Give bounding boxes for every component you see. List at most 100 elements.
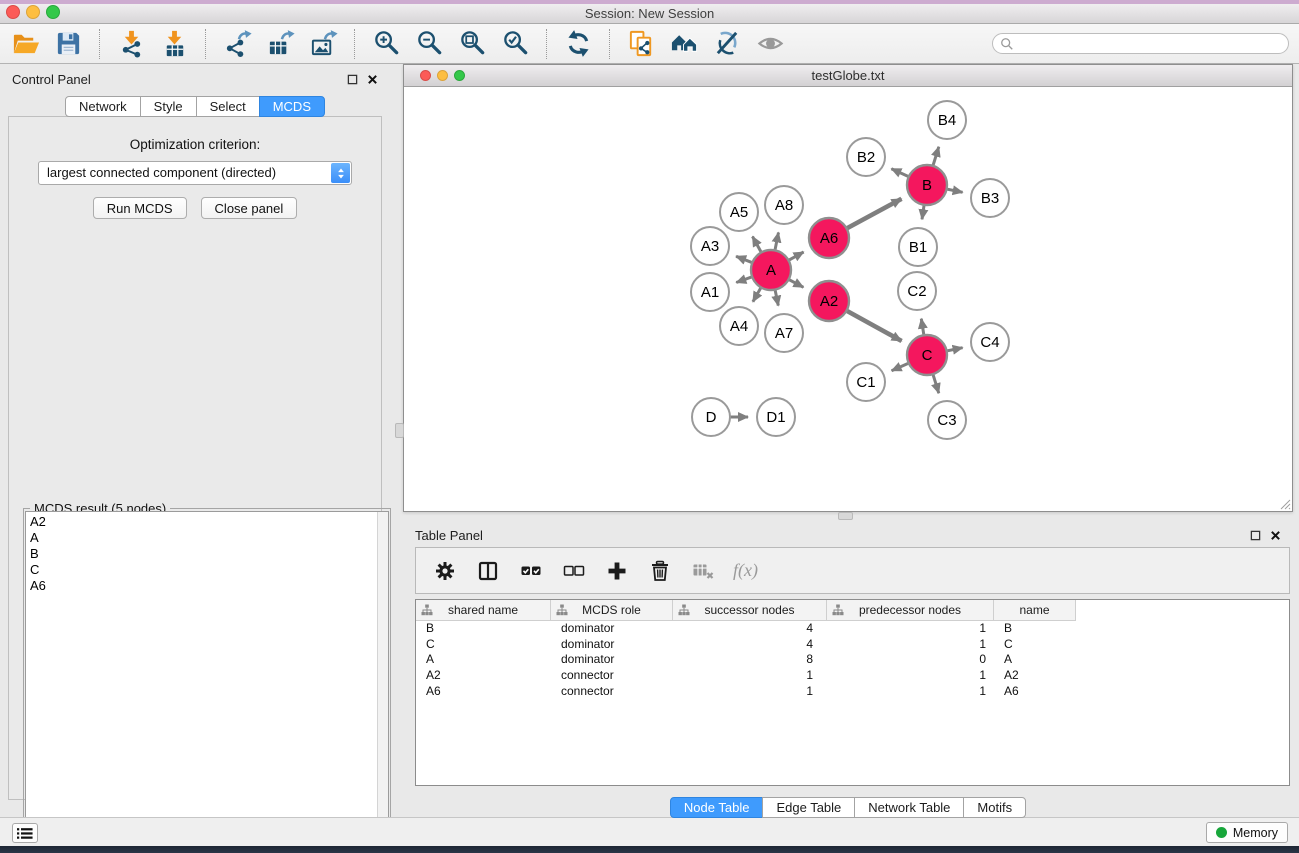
minimize-window-button[interactable] [26, 5, 40, 19]
tab-network-table[interactable]: Network Table [854, 797, 964, 818]
table-cell: 0 [827, 652, 994, 668]
refresh-layout-icon[interactable] [561, 27, 595, 61]
table-cell: A [994, 652, 1076, 668]
graph-node-B2[interactable]: B2 [847, 138, 885, 176]
export-table-icon[interactable] [263, 27, 297, 61]
graph-node-A5[interactable]: A5 [720, 193, 758, 231]
delete-row-icon[interactable] [647, 558, 673, 584]
search-input[interactable] [1018, 35, 1280, 52]
table-row[interactable]: Cdominator41C [416, 637, 1289, 653]
graph-node-C4[interactable]: C4 [971, 323, 1009, 361]
open-session-icon[interactable] [8, 27, 42, 61]
tab-node-table[interactable]: Node Table [670, 797, 764, 818]
column-header-successor-nodes[interactable]: successor nodes [673, 600, 827, 621]
graph-node-A6[interactable]: A6 [809, 218, 849, 258]
graph-node-B4[interactable]: B4 [928, 101, 966, 139]
hide-columns-icon[interactable] [561, 558, 587, 584]
close-panel-icon[interactable] [367, 74, 378, 85]
tab-edge-table[interactable]: Edge Table [762, 797, 855, 818]
table-row[interactable]: Bdominator41B [416, 621, 1289, 637]
import-network-icon[interactable] [114, 27, 148, 61]
graph-node-C[interactable]: C [907, 335, 947, 375]
toolbar-separator [354, 29, 355, 59]
table-row[interactable]: Adominator80A [416, 652, 1289, 668]
export-image-icon[interactable] [306, 27, 340, 61]
vertical-splitter-handle[interactable] [395, 423, 404, 438]
network-snapshot-icon[interactable] [624, 27, 658, 61]
add-row-icon[interactable] [604, 558, 630, 584]
tab-select[interactable]: Select [196, 96, 260, 117]
main-titlebar[interactable]: Session: New Session [0, 4, 1299, 24]
resize-grip-icon[interactable] [1278, 497, 1291, 510]
tab-motifs[interactable]: Motifs [963, 797, 1026, 818]
hide-annotations-icon[interactable] [710, 27, 744, 61]
network-close-button[interactable] [420, 70, 431, 81]
save-session-icon[interactable] [51, 27, 85, 61]
tab-style[interactable]: Style [140, 96, 197, 117]
graph-node-D[interactable]: D [692, 398, 730, 436]
search-field[interactable] [992, 33, 1289, 54]
graph-node-C3[interactable]: C3 [928, 401, 966, 439]
network-window-titlebar[interactable]: testGlobe.txt [404, 65, 1292, 87]
table-cell: 1 [673, 668, 827, 684]
table-row[interactable]: A6connector11A6 [416, 684, 1289, 700]
graph-node-A4[interactable]: A4 [720, 307, 758, 345]
graph-node-A[interactable]: A [751, 250, 791, 290]
result-scrollbar[interactable] [377, 512, 388, 850]
graph-node-A1[interactable]: A1 [691, 273, 729, 311]
close-window-button[interactable] [6, 5, 20, 19]
export-network-icon[interactable] [220, 27, 254, 61]
result-item[interactable]: B [26, 546, 388, 562]
graph-node-B3[interactable]: B3 [971, 179, 1009, 217]
network-view-window: testGlobe.txt A A1 A2 A3 A4 A5 A6 A7 A8 B B1 B2 B3 B4… [403, 64, 1293, 512]
task-history-button[interactable] [12, 823, 38, 843]
memory-button[interactable]: Memory [1206, 822, 1288, 843]
import-table-icon[interactable] [157, 27, 191, 61]
graph-node-C2[interactable]: C2 [898, 272, 936, 310]
zoom-selected-icon[interactable] [498, 27, 532, 61]
column-header-MCDS-role[interactable]: MCDS role [551, 600, 673, 621]
columns-icon[interactable] [475, 558, 501, 584]
show-columns-icon[interactable] [518, 558, 544, 584]
show-hide-panel-icon[interactable] [753, 27, 787, 61]
column-header-name[interactable]: name [994, 600, 1076, 621]
graph-node-A8[interactable]: A8 [765, 186, 803, 224]
column-header-predecessor-nodes[interactable]: predecessor nodes [827, 600, 994, 621]
graph-node-C1[interactable]: C1 [847, 363, 885, 401]
graph-node-A2[interactable]: A2 [809, 281, 849, 321]
toolbar-separator [205, 29, 206, 59]
graph-node-B1[interactable]: B1 [899, 228, 937, 266]
network-minimize-button[interactable] [437, 70, 448, 81]
function-builder-icon[interactable]: f(x) [733, 558, 758, 584]
graph-node-A7[interactable]: A7 [765, 314, 803, 352]
maximize-window-button[interactable] [46, 5, 60, 19]
float-table-panel-icon[interactable] [1250, 530, 1261, 541]
network-maximize-button[interactable] [454, 70, 465, 81]
mcds-result-listbox[interactable]: A2ABCA6 [25, 511, 389, 851]
zoom-in-icon[interactable] [369, 27, 403, 61]
tab-network[interactable]: Network [65, 96, 141, 117]
graph-node-A3[interactable]: A3 [691, 227, 729, 265]
graph-node-D1[interactable]: D1 [757, 398, 795, 436]
table-row[interactable]: A2connector11A2 [416, 668, 1289, 684]
result-item[interactable]: C [26, 562, 388, 578]
result-item[interactable]: A2 [26, 514, 388, 530]
close-table-panel-icon[interactable] [1270, 530, 1281, 541]
close-panel-button[interactable]: Close panel [201, 197, 298, 219]
zoom-out-icon[interactable] [412, 27, 446, 61]
horizontal-splitter-handle[interactable] [838, 512, 853, 520]
graph-node-B[interactable]: B [907, 165, 947, 205]
criterion-select[interactable]: largest connected component (directed) [38, 161, 352, 185]
tab-mcds[interactable]: MCDS [259, 96, 325, 117]
home-view-icon[interactable] [667, 27, 701, 61]
network-canvas-area[interactable]: A A1 A2 A3 A4 A5 A6 A7 A8 B B1 B2 B3 B4 C C1 C2 C3 C4 D D1 [404, 87, 1292, 511]
result-item[interactable]: A6 [26, 578, 388, 594]
network-canvas[interactable]: A A1 A2 A3 A4 A5 A6 A7 A8 B B1 B2 B3 B4 C C1 C2 C3 C4 D D1 [404, 87, 1292, 511]
run-mcds-button[interactable]: Run MCDS [93, 197, 187, 219]
delete-table-icon[interactable] [690, 558, 716, 584]
settings-icon[interactable] [432, 558, 458, 584]
column-header-shared-name[interactable]: shared name [416, 600, 551, 621]
result-item[interactable]: A [26, 530, 388, 546]
float-panel-icon[interactable] [347, 74, 358, 85]
zoom-fit-icon[interactable] [455, 27, 489, 61]
